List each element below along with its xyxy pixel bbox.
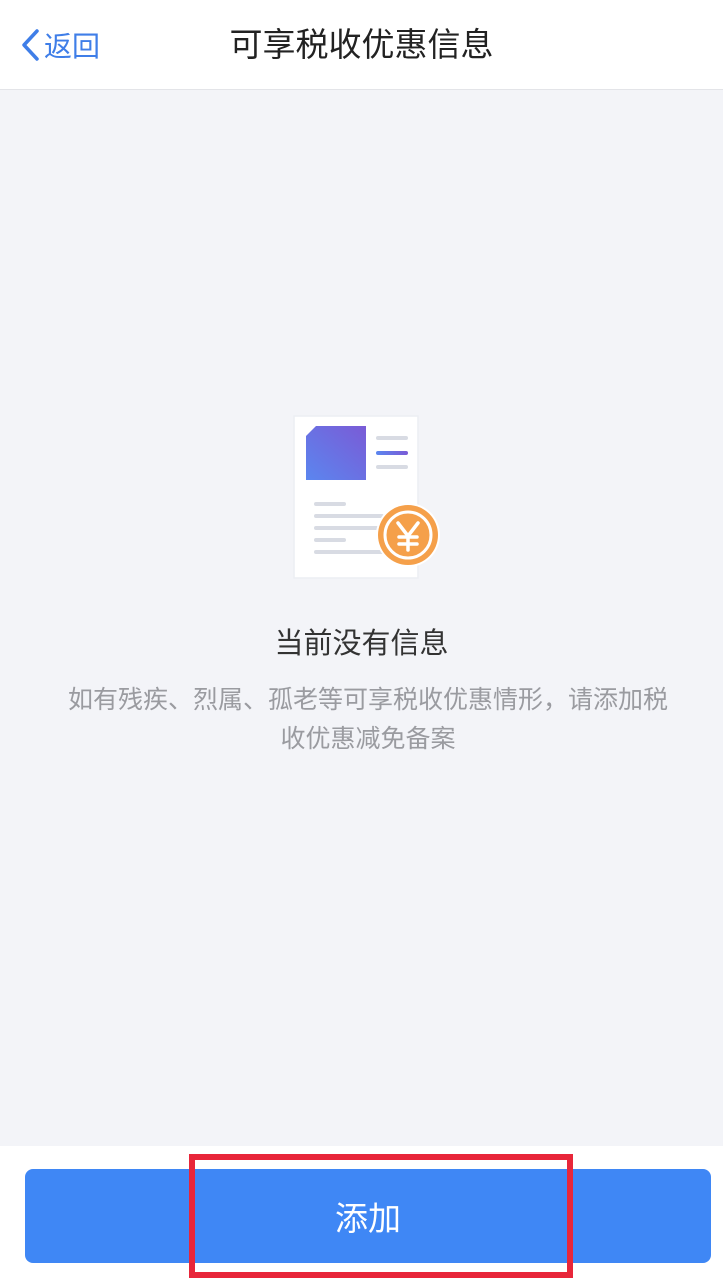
- page-title: 可享税收优惠信息: [229, 25, 494, 64]
- document-yuan-icon: [293, 415, 440, 579]
- add-button[interactable]: 添加: [25, 1169, 711, 1263]
- tax-benefit-page: 返回 可享税收优惠信息 当前没有信息 如有残疾、烈属、孤老等可享税收优惠情形，请…: [0, 0, 723, 1286]
- navigation-bar: 返回 可享税收优惠信息: [0, 0, 723, 90]
- empty-state-description: 如有残疾、烈属、孤老等可享税收优惠情形，请添加税收优惠减免备案: [68, 685, 669, 753]
- empty-state-title: 当前没有信息: [274, 626, 449, 660]
